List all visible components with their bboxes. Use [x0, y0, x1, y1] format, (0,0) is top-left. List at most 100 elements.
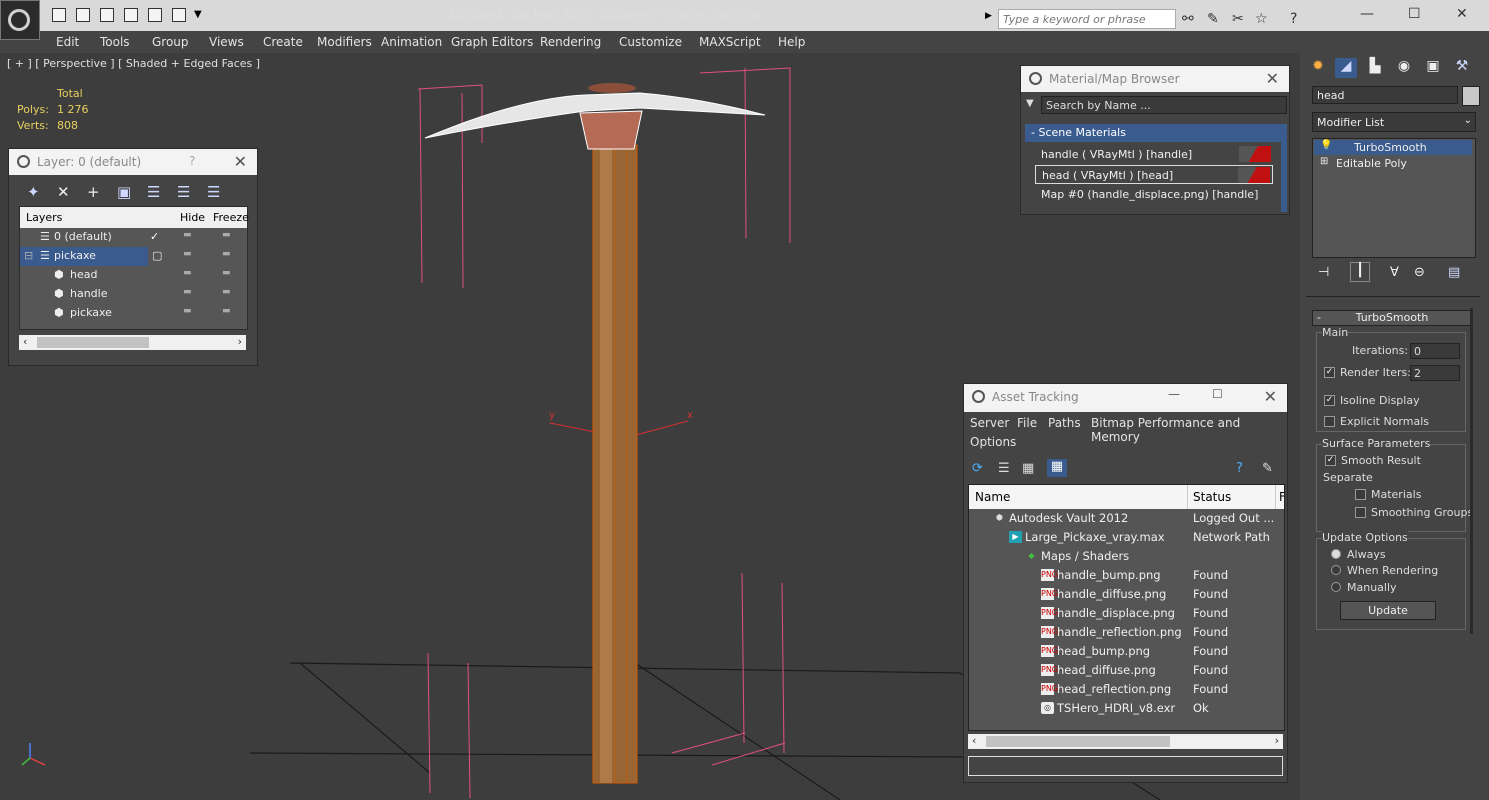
- list-view-icon[interactable]: ☰: [998, 461, 1010, 476]
- scroll-thumb[interactable]: [37, 337, 149, 348]
- column-full-path[interactable]: F: [1279, 490, 1284, 504]
- update-always-radio[interactable]: [1331, 549, 1341, 559]
- asset-row[interactable]: PNG head_reflection.png Found: [969, 680, 1284, 699]
- material-browser-titlebar[interactable]: Material/Map Browser ✕: [1021, 66, 1289, 92]
- configure-sets-icon[interactable]: ▤: [1448, 265, 1460, 280]
- show-end-result-icon[interactable]: ┃: [1350, 262, 1370, 282]
- hide-toggle[interactable]: ▬: [183, 249, 192, 259]
- freeze-toggle[interactable]: ▬: [222, 249, 231, 259]
- highlight-layer-icon[interactable]: ☰: [147, 183, 160, 201]
- separate-smoothing-groups-checkbox[interactable]: [1355, 507, 1366, 518]
- update-when-rendering-radio[interactable]: [1331, 565, 1341, 575]
- column-name[interactable]: Name: [975, 490, 1010, 504]
- asset-row[interactable]: ◎ TSHero_HDRI_v8.exr Ok: [969, 699, 1284, 718]
- menu-help[interactable]: Help: [778, 35, 805, 49]
- help-icon[interactable]: ?: [1290, 11, 1297, 27]
- column-freeze[interactable]: Freeze: [213, 211, 249, 224]
- help-icon[interactable]: ?: [189, 154, 195, 168]
- asset-row[interactable]: PNG handle_diffuse.png Found: [969, 585, 1284, 604]
- menu-edit[interactable]: Edit: [56, 35, 79, 49]
- scene-materials-section[interactable]: - Scene Materials: [1025, 124, 1283, 142]
- menu-animation[interactable]: Animation: [381, 35, 442, 49]
- menu-rendering[interactable]: Rendering: [540, 35, 601, 49]
- layer-row[interactable]: ☰ 0 (default) ✓ ▬ ▬: [20, 228, 247, 247]
- column-hide[interactable]: Hide: [180, 211, 205, 224]
- asset-row[interactable]: ▶ Large_Pickaxe_vray.max Network Path: [969, 528, 1284, 547]
- subscription-icon[interactable]: ✎: [1207, 11, 1219, 27]
- menu-file[interactable]: File: [1017, 416, 1037, 430]
- iterations-spinner[interactable]: 0: [1410, 343, 1460, 359]
- explicit-normals-checkbox[interactable]: [1324, 416, 1335, 427]
- menu-maxscript[interactable]: MAXScript: [699, 35, 761, 49]
- menu-create[interactable]: Create: [263, 35, 303, 49]
- update-manually-radio[interactable]: [1331, 582, 1341, 592]
- refresh-icon[interactable]: ⟳: [972, 461, 983, 476]
- asset-row[interactable]: PNG handle_displace.png Found: [969, 604, 1284, 623]
- scroll-left-icon[interactable]: ‹: [23, 335, 27, 348]
- undo-icon[interactable]: [148, 8, 162, 22]
- object-color-swatch[interactable]: [1462, 86, 1480, 106]
- communication-icon[interactable]: ✂: [1232, 11, 1244, 27]
- asset-row[interactable]: PNG head_diffuse.png Found: [969, 661, 1284, 680]
- asset-path-field[interactable]: [968, 756, 1283, 776]
- freeze-toggle[interactable]: ▬: [222, 306, 231, 316]
- modify-tab-icon[interactable]: ◢: [1335, 58, 1357, 78]
- smooth-result-checkbox[interactable]: ✓: [1325, 455, 1336, 466]
- close-icon[interactable]: ✕: [1264, 387, 1277, 406]
- expand-search-icon[interactable]: ▶: [985, 11, 992, 21]
- layer-horizontal-scrollbar[interactable]: ‹ ›: [19, 335, 246, 350]
- hide-toggle[interactable]: ▬: [183, 230, 192, 240]
- current-layer-check-icon[interactable]: ✓: [150, 230, 159, 243]
- render-iters-checkbox[interactable]: ✓: [1324, 367, 1335, 378]
- scroll-right-icon[interactable]: ›: [238, 335, 242, 348]
- object-name-field[interactable]: head: [1312, 86, 1458, 104]
- layer-row-selected[interactable]: ⊟ ☰ pickaxe ▢ ▬ ▬: [20, 247, 231, 266]
- minimize-icon[interactable]: —: [1360, 6, 1374, 22]
- select-in-layer-icon[interactable]: ▣: [117, 183, 131, 201]
- freeze-toggle[interactable]: ▬: [222, 287, 231, 297]
- bulb-icon[interactable]: 💡: [1320, 140, 1332, 151]
- object-row[interactable]: ⬢ pickaxe ▬ ▬: [20, 304, 247, 323]
- settings-icon[interactable]: ✎: [1262, 461, 1273, 476]
- hierarchy-tab-icon[interactable]: ▙: [1364, 58, 1386, 78]
- asset-row[interactable]: PNG handle_bump.png Found: [969, 566, 1284, 585]
- menu-options[interactable]: Options: [970, 435, 1016, 449]
- asset-row[interactable]: ⬢ Autodesk Vault 2012 Logged Out ...: [969, 509, 1284, 528]
- menu-server[interactable]: Server: [970, 416, 1009, 430]
- new-icon[interactable]: [100, 8, 114, 22]
- help-search-input[interactable]: Type a keyword or phrase: [998, 9, 1176, 29]
- add-to-layer-icon[interactable]: +: [87, 183, 100, 201]
- update-button[interactable]: Update: [1340, 601, 1436, 620]
- help-icon[interactable]: ?: [1236, 461, 1243, 476]
- make-unique-icon[interactable]: ∀: [1390, 265, 1399, 280]
- close-icon[interactable]: ✕: [1266, 69, 1279, 88]
- hide-toggle[interactable]: ▬: [183, 268, 192, 278]
- hide-toggle[interactable]: ▬: [183, 287, 192, 297]
- hide-all-icon[interactable]: ☰: [177, 183, 190, 201]
- open-icon[interactable]: [52, 8, 66, 22]
- collapse-icon[interactable]: ⊟: [24, 249, 33, 262]
- scroll-left-icon[interactable]: ‹: [972, 734, 976, 747]
- column-status[interactable]: Status: [1193, 490, 1231, 504]
- layer-panel-titlebar[interactable]: Layer: 0 (default) ? ✕: [9, 149, 257, 175]
- menu-customize[interactable]: Customize: [619, 35, 682, 49]
- save-icon[interactable]: [76, 8, 90, 22]
- display-tab-icon[interactable]: ▣: [1422, 58, 1444, 78]
- menu-modifiers[interactable]: Modifiers: [317, 35, 372, 49]
- freeze-toggle[interactable]: ▬: [222, 268, 231, 278]
- app-logo-icon[interactable]: [0, 0, 40, 40]
- asset-horizontal-scrollbar[interactable]: ‹ ›: [968, 734, 1283, 749]
- expand-icon[interactable]: ⊞: [1320, 156, 1328, 167]
- delete-layer-icon[interactable]: ✕: [57, 183, 70, 201]
- pin-stack-icon[interactable]: ⊣: [1318, 265, 1329, 280]
- maximize-icon[interactable]: ☐: [1212, 387, 1223, 401]
- scroll-right-icon[interactable]: ›: [1275, 734, 1279, 747]
- create-tab-icon[interactable]: ✹: [1307, 58, 1329, 78]
- separate-materials-checkbox[interactable]: [1355, 489, 1366, 500]
- stack-item-editable-poly[interactable]: ⊞ Editable Poly: [1314, 156, 1472, 171]
- freeze-toggle[interactable]: ▬: [222, 230, 231, 240]
- map-item[interactable]: Map #0 (handle_displace.png) [handle]: [1035, 185, 1273, 204]
- viewport-label[interactable]: [ + ] [ Perspective ] [ Shaded + Edged F…: [7, 57, 260, 70]
- browser-scrollbar[interactable]: [1281, 124, 1287, 212]
- render-iters-spinner[interactable]: 2: [1410, 365, 1460, 381]
